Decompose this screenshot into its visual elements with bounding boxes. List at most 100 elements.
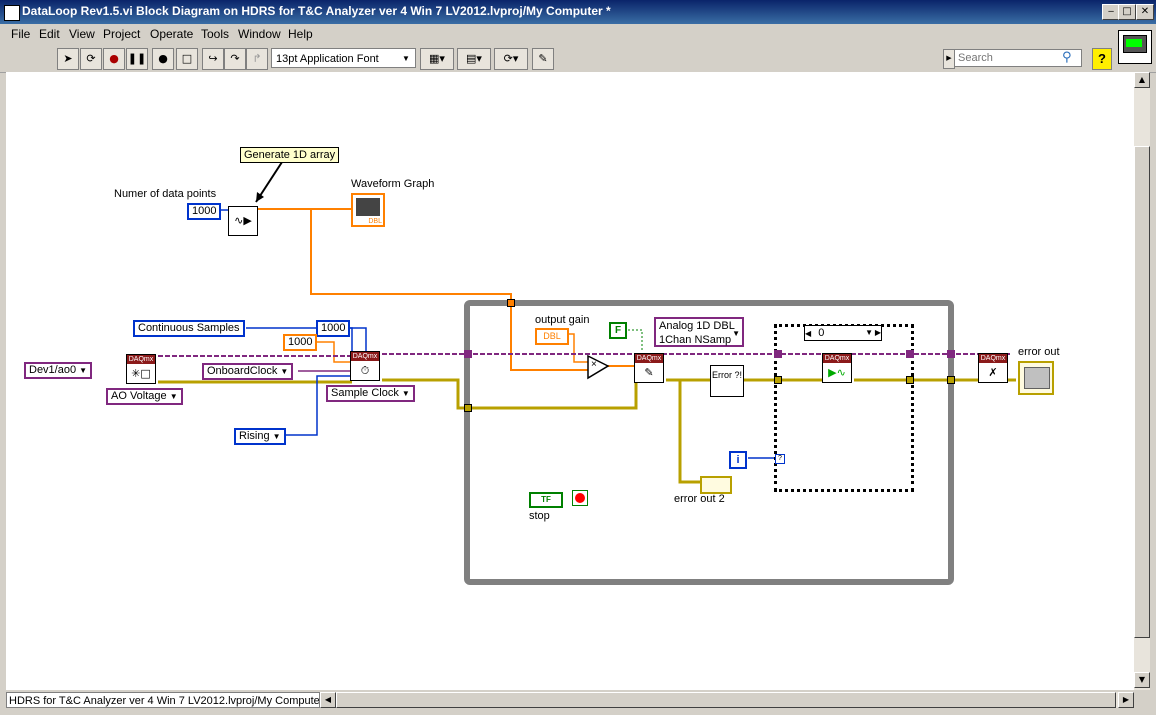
menu-project[interactable]: Project — [103, 27, 140, 41]
wires-layer — [158, 158, 1016, 585]
menu-file[interactable]: File — [11, 27, 30, 41]
block-diagram-canvas[interactable]: Generate 1D array Numer of data points 1… — [6, 72, 1134, 690]
simulate-signal-node[interactable]: ∿▶ — [228, 206, 258, 236]
menu-help[interactable]: Help — [288, 27, 313, 41]
loop-condition-terminal[interactable] — [572, 490, 588, 506]
error-wire-a — [382, 378, 638, 410]
case-value: 0 — [818, 327, 825, 339]
write-type-line1: Analog 1D DBL — [659, 320, 735, 332]
case-task-tunnel-in — [774, 350, 782, 358]
active-edge-ring[interactable]: Rising ▼ — [234, 428, 286, 445]
chevron-down-icon: ▼ — [272, 432, 281, 441]
horizontal-scrollbar[interactable]: ◀ ▶ — [320, 692, 1134, 708]
error-out-2-label: error out 2 — [674, 493, 725, 505]
case-selector-terminal[interactable]: ? — [775, 454, 785, 464]
output-gain-control[interactable]: DBL — [535, 328, 569, 345]
menu-view[interactable]: View — [69, 27, 95, 41]
graph-icon — [356, 198, 380, 216]
horizontal-scroll-thumb[interactable] — [336, 692, 1116, 708]
false-constant[interactable]: F — [609, 322, 627, 339]
clean-up-diagram-icon[interactable]: ✎ — [532, 48, 554, 70]
step-out-icon[interactable]: ↱ — [246, 48, 268, 70]
create-channel-icon: ✳□ — [131, 367, 151, 380]
error-out-2-indicator[interactable] — [700, 476, 732, 494]
step-into-icon[interactable]: ↪ — [202, 48, 224, 70]
orange-1000-wire — [315, 341, 352, 363]
stop-label: stop — [529, 510, 550, 522]
menu-tools[interactable]: Tools — [201, 27, 229, 41]
case-selector[interactable]: ◀ 0 ▼ ▶ — [804, 325, 882, 341]
graph-dbl-tag: DBL — [368, 218, 382, 225]
context-help-button[interactable]: ? — [1092, 48, 1112, 70]
run-continuously-icon[interactable]: ⟳ — [80, 48, 102, 70]
abort-icon[interactable]: ● — [103, 48, 125, 70]
waveform-graph-terminal[interactable]: DBL — [351, 193, 385, 227]
write-type-selector[interactable]: Analog 1D DBL 1Chan NSamp ▼ — [654, 317, 744, 347]
vertical-scroll-thumb[interactable] — [1134, 146, 1150, 638]
toolbar: ➤ ⟳ ● ❚❚ ● □ ↪ ↷ ↱ 13pt Application Font… — [0, 30, 1156, 73]
error-tunnel-in — [464, 404, 472, 412]
case-error-tunnel-out — [906, 376, 914, 384]
timing-type-value: Sample Clock — [331, 387, 399, 399]
case-structure-frame[interactable] — [774, 324, 914, 492]
task-tunnel-out — [947, 350, 955, 358]
error-out-indicator[interactable] — [1018, 361, 1054, 395]
menu-edit[interactable]: Edit — [39, 27, 60, 41]
scroll-left-icon[interactable]: ◀ — [320, 692, 336, 708]
scroll-down-icon[interactable]: ▼ — [1134, 672, 1150, 688]
timing-icon: ⏱ — [360, 364, 370, 377]
menu-window[interactable]: Window — [238, 27, 281, 41]
search-icon[interactable]: ⚲ — [1062, 50, 1072, 65]
retain-wire-values-icon[interactable]: □ — [176, 48, 198, 70]
chevron-down-icon: ▼ — [169, 392, 178, 401]
num-points-constant[interactable]: 1000 — [187, 203, 222, 220]
title-bar[interactable]: DataLoop Rev1.5.vi Block Diagram on HDRS… — [0, 0, 1156, 24]
reorder-icon[interactable]: ⟳▾ — [494, 48, 528, 70]
run-arrow-icon[interactable]: ➤ — [57, 48, 79, 70]
chevron-down-icon[interactable]: ▼ — [865, 326, 873, 340]
daqmx-tag: DAQmx — [979, 354, 1007, 363]
resize-grip[interactable] — [1134, 692, 1150, 708]
error-handler-node[interactable]: Error ?! — [710, 365, 744, 397]
distribute-objects-icon[interactable]: ▤▾ — [457, 48, 491, 70]
highlight-execution-icon[interactable]: ● — [152, 48, 174, 70]
error-speech-bubble-icon: Error ?! — [711, 370, 742, 380]
scroll-right-icon[interactable]: ▶ — [1118, 692, 1134, 708]
case-next-icon[interactable]: ▶ — [875, 326, 881, 340]
ao-voltage-selector[interactable]: AO Voltage ▼ — [106, 388, 183, 405]
align-objects-icon[interactable]: ▦▾ — [420, 48, 454, 70]
active-edge-value: Rising — [239, 430, 270, 442]
error-wire-c — [678, 380, 700, 484]
timing-type-selector[interactable]: Sample Clock ▼ — [326, 385, 415, 402]
scroll-up-icon[interactable]: ▲ — [1134, 72, 1150, 88]
num-points-label: Numer of data points — [114, 188, 217, 200]
close-button[interactable]: ✕ — [1136, 4, 1154, 20]
daqmx-write-node[interactable]: DAQmx ✎ — [634, 353, 664, 383]
font-select[interactable]: 13pt Application Font — [271, 48, 416, 68]
case-prev-icon[interactable]: ◀ — [805, 329, 811, 338]
sample-mode-ring[interactable]: Continuous Samples — [133, 320, 245, 337]
ao-voltage-value: AO Voltage — [111, 390, 167, 402]
stop-button-terminal[interactable]: TF — [529, 492, 563, 508]
error-out-label: error out — [1018, 346, 1060, 358]
menu-operate[interactable]: Operate — [150, 27, 193, 41]
case-task-tunnel-out — [906, 350, 914, 358]
rate-constant[interactable]: 1000 — [283, 334, 318, 351]
pause-icon[interactable]: ❚❚ — [126, 48, 148, 70]
samples-per-channel-constant[interactable]: 1000 — [316, 320, 351, 337]
clock-source-ring[interactable]: OnboardClock ▼ — [202, 363, 294, 380]
daqmx-timing-node[interactable]: DAQmx ⏱ — [350, 351, 380, 381]
clear-eraser-icon: ✗ — [988, 366, 998, 379]
vertical-scrollbar[interactable]: ▲ ▼ — [1134, 72, 1150, 690]
case-error-tunnel-in — [774, 376, 782, 384]
maximize-button[interactable]: □ — [1118, 4, 1136, 20]
step-over-icon[interactable]: ↷ — [224, 48, 246, 70]
daqmx-create-channel-node[interactable]: DAQmx ✳□ — [126, 354, 156, 384]
vi-icon — [4, 5, 20, 21]
daqmx-clear-task-node[interactable]: DAQmx ✗ — [978, 353, 1008, 383]
daqmx-tag: DAQmx — [127, 355, 155, 364]
vi-connector-icon[interactable] — [1118, 30, 1152, 64]
output-gain-label: output gain — [535, 314, 590, 326]
daqmx-tag: DAQmx — [351, 352, 379, 361]
physical-channel-ring[interactable]: Dev1/ao0 ▼ — [24, 362, 93, 379]
